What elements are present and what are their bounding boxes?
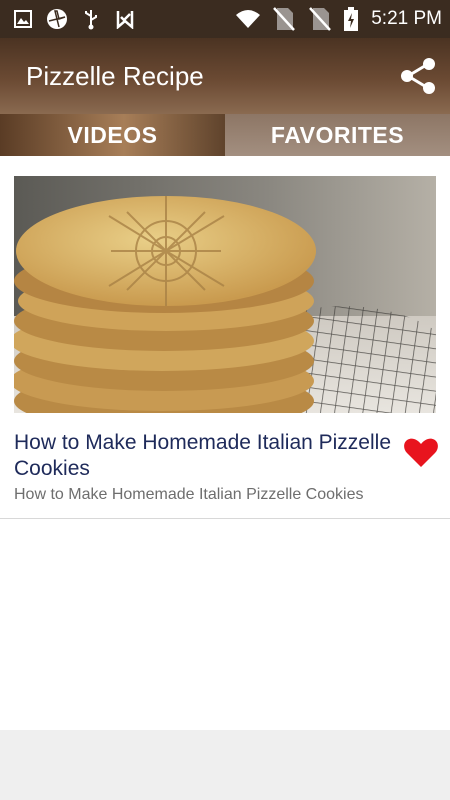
image-icon bbox=[12, 8, 34, 30]
no-sim-icon bbox=[271, 7, 297, 31]
no-sim-icon bbox=[307, 7, 333, 31]
heart-icon bbox=[404, 438, 438, 467]
tab-bar: VIDEOS FAVORITES bbox=[0, 114, 450, 156]
video-thumbnail[interactable] bbox=[14, 176, 436, 413]
battery-charging-icon bbox=[343, 7, 359, 31]
video-title[interactable]: How to Make Homemade Italian Pizzelle Co… bbox=[14, 430, 394, 482]
list-divider bbox=[0, 518, 450, 519]
app-bar: Pizzelle Recipe bbox=[0, 38, 450, 114]
status-time: 5:21 PM bbox=[371, 8, 442, 29]
tab-videos[interactable]: VIDEOS bbox=[0, 114, 225, 156]
checkmark-flag-icon bbox=[114, 8, 136, 30]
favorite-button[interactable] bbox=[404, 438, 438, 468]
wifi-icon bbox=[235, 8, 261, 30]
status-bar: 5:21 PM bbox=[0, 0, 450, 38]
usb-icon bbox=[80, 8, 102, 30]
share-icon bbox=[401, 58, 435, 94]
video-list: How to Make Homemade Italian Pizzelle Co… bbox=[0, 156, 450, 730]
app-title: Pizzelle Recipe bbox=[26, 60, 204, 91]
pinwheel-icon bbox=[46, 8, 68, 30]
video-card[interactable]: How to Make Homemade Italian Pizzelle Co… bbox=[0, 156, 450, 518]
share-button[interactable] bbox=[396, 54, 440, 98]
video-description: How to Make Homemade Italian Pizzelle Co… bbox=[14, 486, 364, 503]
tab-favorites[interactable]: FAVORITES bbox=[225, 114, 450, 156]
pizzelle-image bbox=[14, 176, 436, 413]
bottom-area bbox=[0, 730, 450, 800]
